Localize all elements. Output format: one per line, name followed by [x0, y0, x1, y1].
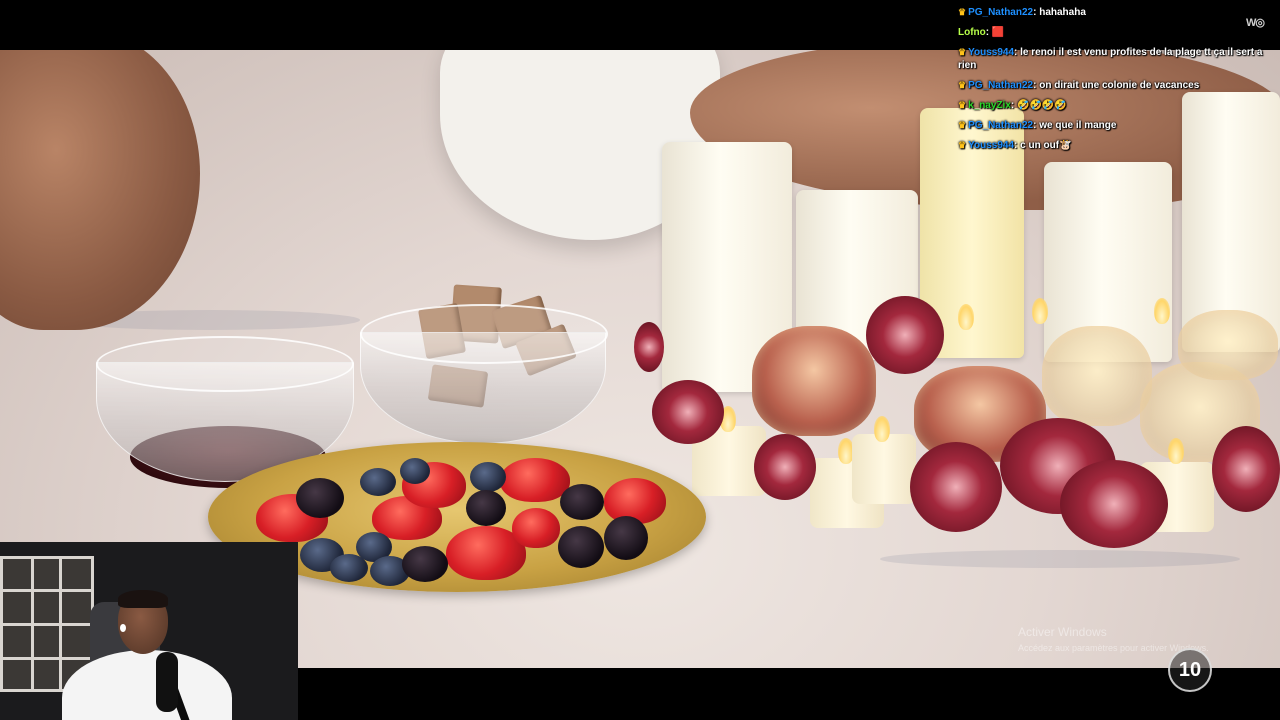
- blueberry: [470, 462, 506, 492]
- blackberry: [402, 546, 448, 582]
- earbud-icon: [120, 624, 126, 632]
- emote-icon: 🤣🤣🤣🤣: [1017, 100, 1067, 111]
- flame: [874, 416, 890, 442]
- strawberry: [512, 508, 560, 548]
- candle-jar: [752, 326, 876, 436]
- emote-icon: 🐮: [1059, 140, 1072, 151]
- chat-text: hahahaha: [1039, 7, 1086, 18]
- glass-bowl-rim: [96, 336, 354, 392]
- chat-username: PG_Nathan22: [968, 80, 1034, 91]
- blackberry: [466, 490, 506, 526]
- blueberry: [360, 468, 396, 496]
- chat-username: Youss944: [968, 47, 1015, 58]
- shelf-divider: [3, 657, 91, 660]
- rug-pattern: [880, 550, 1240, 568]
- webcam-feed: [0, 542, 298, 720]
- blackberry: [558, 526, 604, 568]
- crown-icon: ♛: [958, 100, 967, 110]
- candle-jar: [1042, 326, 1152, 426]
- dried-flower: [910, 442, 1002, 532]
- streamer-hair: [118, 590, 168, 608]
- person-leg-left: [0, 50, 200, 330]
- chat-username: PG_Nathan22: [968, 120, 1034, 131]
- channel-logo: 10: [1168, 648, 1212, 692]
- flame: [1154, 298, 1170, 324]
- chat-username: PG_Nathan22: [968, 7, 1034, 18]
- crown-icon: ♛: [958, 140, 967, 150]
- chat-message: ♛ PG_Nathan22: we que il mange: [958, 120, 1117, 131]
- shelf-divider: [3, 589, 91, 592]
- chat-message: ♛ PG_Nathan22: on dirait une colonie de v…: [958, 80, 1200, 91]
- microphone-icon: [156, 652, 178, 712]
- chat-message: ♛ Youss944: c un ouf🐮: [958, 140, 1072, 151]
- dried-flower: [754, 434, 816, 500]
- candle-jar: [1178, 310, 1278, 380]
- chat-text: we que il mange: [1039, 120, 1117, 131]
- shelf-divider: [59, 559, 62, 689]
- strawberry: [500, 458, 570, 502]
- dried-flower: [1212, 426, 1280, 512]
- chat-message: Lofno: 🟥: [958, 27, 1005, 38]
- chat-username: Lofno: [958, 27, 986, 38]
- blackberry: [604, 516, 648, 560]
- shelf-divider: [31, 559, 34, 689]
- blueberry: [400, 458, 430, 484]
- crown-icon: ♛: [958, 7, 967, 17]
- flame: [1168, 438, 1184, 464]
- crown-icon: ♛: [958, 80, 967, 90]
- activation-title: Activer Windows: [1018, 625, 1107, 639]
- chat-message: ♛ k_nayZix: 🤣🤣🤣🤣: [958, 100, 1067, 111]
- dried-flower: [866, 296, 944, 374]
- chat-username: k_nayZix: [968, 100, 1011, 111]
- chat-overlay: ♛ PG_Nathan22: hahahaha Lofno: 🟥 ♛ Youss94…: [956, 6, 1278, 159]
- emote-icon: 🟥: [991, 27, 1005, 38]
- chat-username: Youss944: [968, 140, 1015, 151]
- glass-bowl-rim: [360, 304, 608, 364]
- dried-flower: [652, 380, 724, 444]
- tealight-candle: [852, 434, 916, 504]
- shelf-divider: [3, 623, 91, 626]
- dried-flower: [1060, 460, 1168, 548]
- dried-flower: [634, 322, 664, 372]
- blueberry: [330, 554, 368, 582]
- chat-text: c un ouf: [1020, 140, 1060, 151]
- chat-message: ♛ Youss944: le renoi il est venu profites…: [958, 47, 1263, 71]
- flame: [958, 304, 974, 330]
- crown-icon: ♛: [958, 47, 967, 57]
- chat-text: on dirait une colonie de vacances: [1039, 80, 1200, 91]
- chat-message: ♛ PG_Nathan22: hahahaha: [958, 7, 1086, 18]
- blackberry: [296, 478, 344, 518]
- blackberry: [560, 484, 604, 520]
- flame: [1032, 298, 1048, 324]
- crown-icon: ♛: [958, 120, 967, 130]
